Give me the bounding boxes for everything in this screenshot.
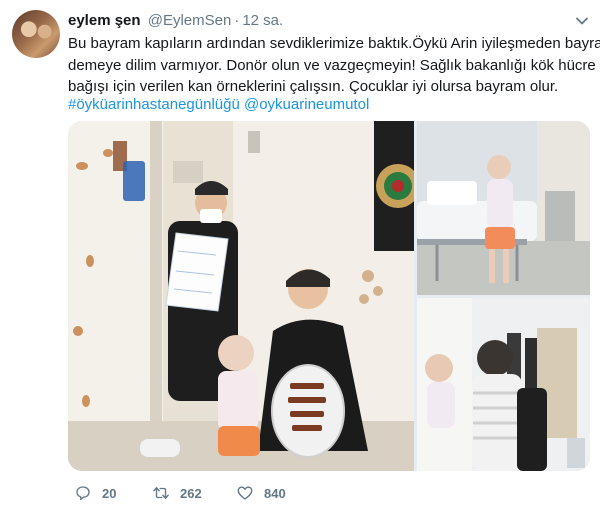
hashtag-link[interactable]: #öyküarinhastanegünlüğü bbox=[68, 96, 240, 113]
tweet-text-line: demeye dilim varmıyor. Donör olun ve vaz… bbox=[68, 56, 596, 74]
tweet-text-line: Bu bayram kapıların ardından sevdiklerim… bbox=[68, 35, 600, 52]
separator-dot: · bbox=[234, 12, 240, 29]
heart-icon bbox=[237, 486, 253, 500]
like-button[interactable]: 840 bbox=[236, 484, 286, 502]
reply-button[interactable]: 20 bbox=[74, 484, 116, 502]
reply-icon bbox=[76, 486, 90, 501]
author-handle[interactable]: @EylemSen bbox=[148, 12, 232, 29]
photo-child-at-door[interactable] bbox=[417, 298, 590, 471]
retweet-button[interactable]: 262 bbox=[152, 484, 202, 502]
media-grid bbox=[68, 121, 590, 471]
retweet-count: 262 bbox=[180, 485, 202, 501]
avatar[interactable] bbox=[12, 10, 60, 58]
tweet: eylem şen @EylemSen · 12 sa. Bu bayram kap… bbox=[0, 0, 600, 513]
photo-hospital-room-illustration bbox=[68, 121, 414, 471]
author-name[interactable]: eylem şen bbox=[68, 12, 141, 29]
tweet-text: Bu bayram kapıların ardından sevdiklerim… bbox=[68, 33, 600, 98]
reply-count: 20 bbox=[102, 485, 117, 501]
photo-child-by-bed[interactable] bbox=[417, 121, 590, 295]
photo-child-at-door-illustration bbox=[417, 298, 590, 471]
mention-link[interactable]: @oykuarineumutol bbox=[244, 96, 369, 113]
photo-child-by-bed-illustration bbox=[417, 121, 590, 295]
chevron-down-icon[interactable] bbox=[574, 13, 590, 29]
tweet-links: #öyküarinhastanegünlüğü @oykuarineumutol bbox=[68, 95, 369, 115]
retweet-icon bbox=[153, 487, 169, 499]
like-count: 840 bbox=[264, 485, 286, 501]
photo-hospital-room[interactable] bbox=[68, 121, 414, 471]
tweet-header: eylem şen @EylemSen · 12 sa. bbox=[68, 11, 283, 31]
tweet-timestamp[interactable]: 12 sa. bbox=[242, 12, 283, 29]
